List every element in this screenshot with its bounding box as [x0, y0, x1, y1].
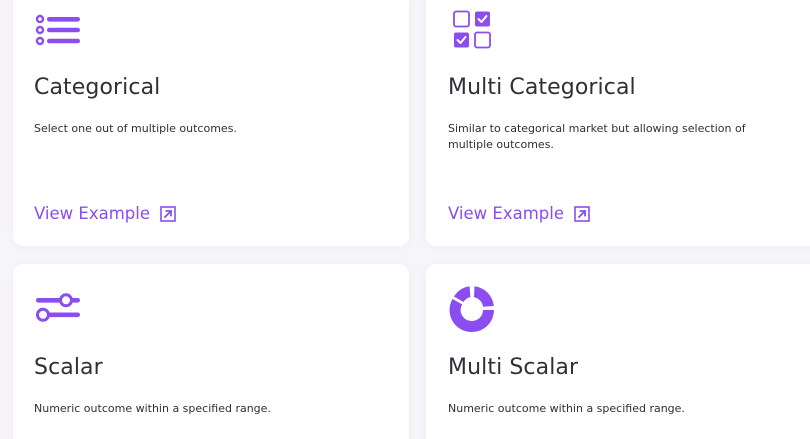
card-description: Similar to categorical market but allowi… — [448, 122, 746, 151]
card-categorical: Categorical Select one out of multiple o… — [13, 0, 409, 246]
external-link-icon — [574, 205, 590, 222]
card-multi-scalar: Multi Scalar Numeric outcome within a sp… — [426, 264, 810, 439]
checkbox-grid-icon — [448, 8, 496, 56]
card-description: Numeric outcome within a specified range… — [448, 402, 685, 415]
view-example-link[interactable]: View Example — [34, 204, 176, 223]
donut-chart-icon — [448, 284, 496, 333]
view-example-label: View Example — [34, 204, 150, 223]
list-icon — [34, 8, 82, 56]
market-types-page: Categorical Select one out of multiple o… — [0, 0, 810, 439]
card-description: Select one out of multiple outcomes. — [34, 122, 237, 135]
card-title: Multi Scalar — [448, 355, 579, 380]
view-example-link[interactable]: View Example — [448, 204, 590, 223]
external-link-icon — [160, 205, 176, 222]
card-title: Scalar — [34, 355, 103, 380]
card-scalar: Scalar Numeric outcome within a specifie… — [13, 264, 409, 439]
card-title: Categorical — [34, 75, 161, 100]
card-description: Numeric outcome within a specified range… — [34, 402, 271, 415]
card-multi-categorical: Multi Categorical Similar to categorical… — [426, 0, 810, 246]
sliders-icon — [34, 290, 82, 338]
card-title: Multi Categorical — [448, 75, 636, 100]
view-example-label: View Example — [448, 204, 564, 223]
